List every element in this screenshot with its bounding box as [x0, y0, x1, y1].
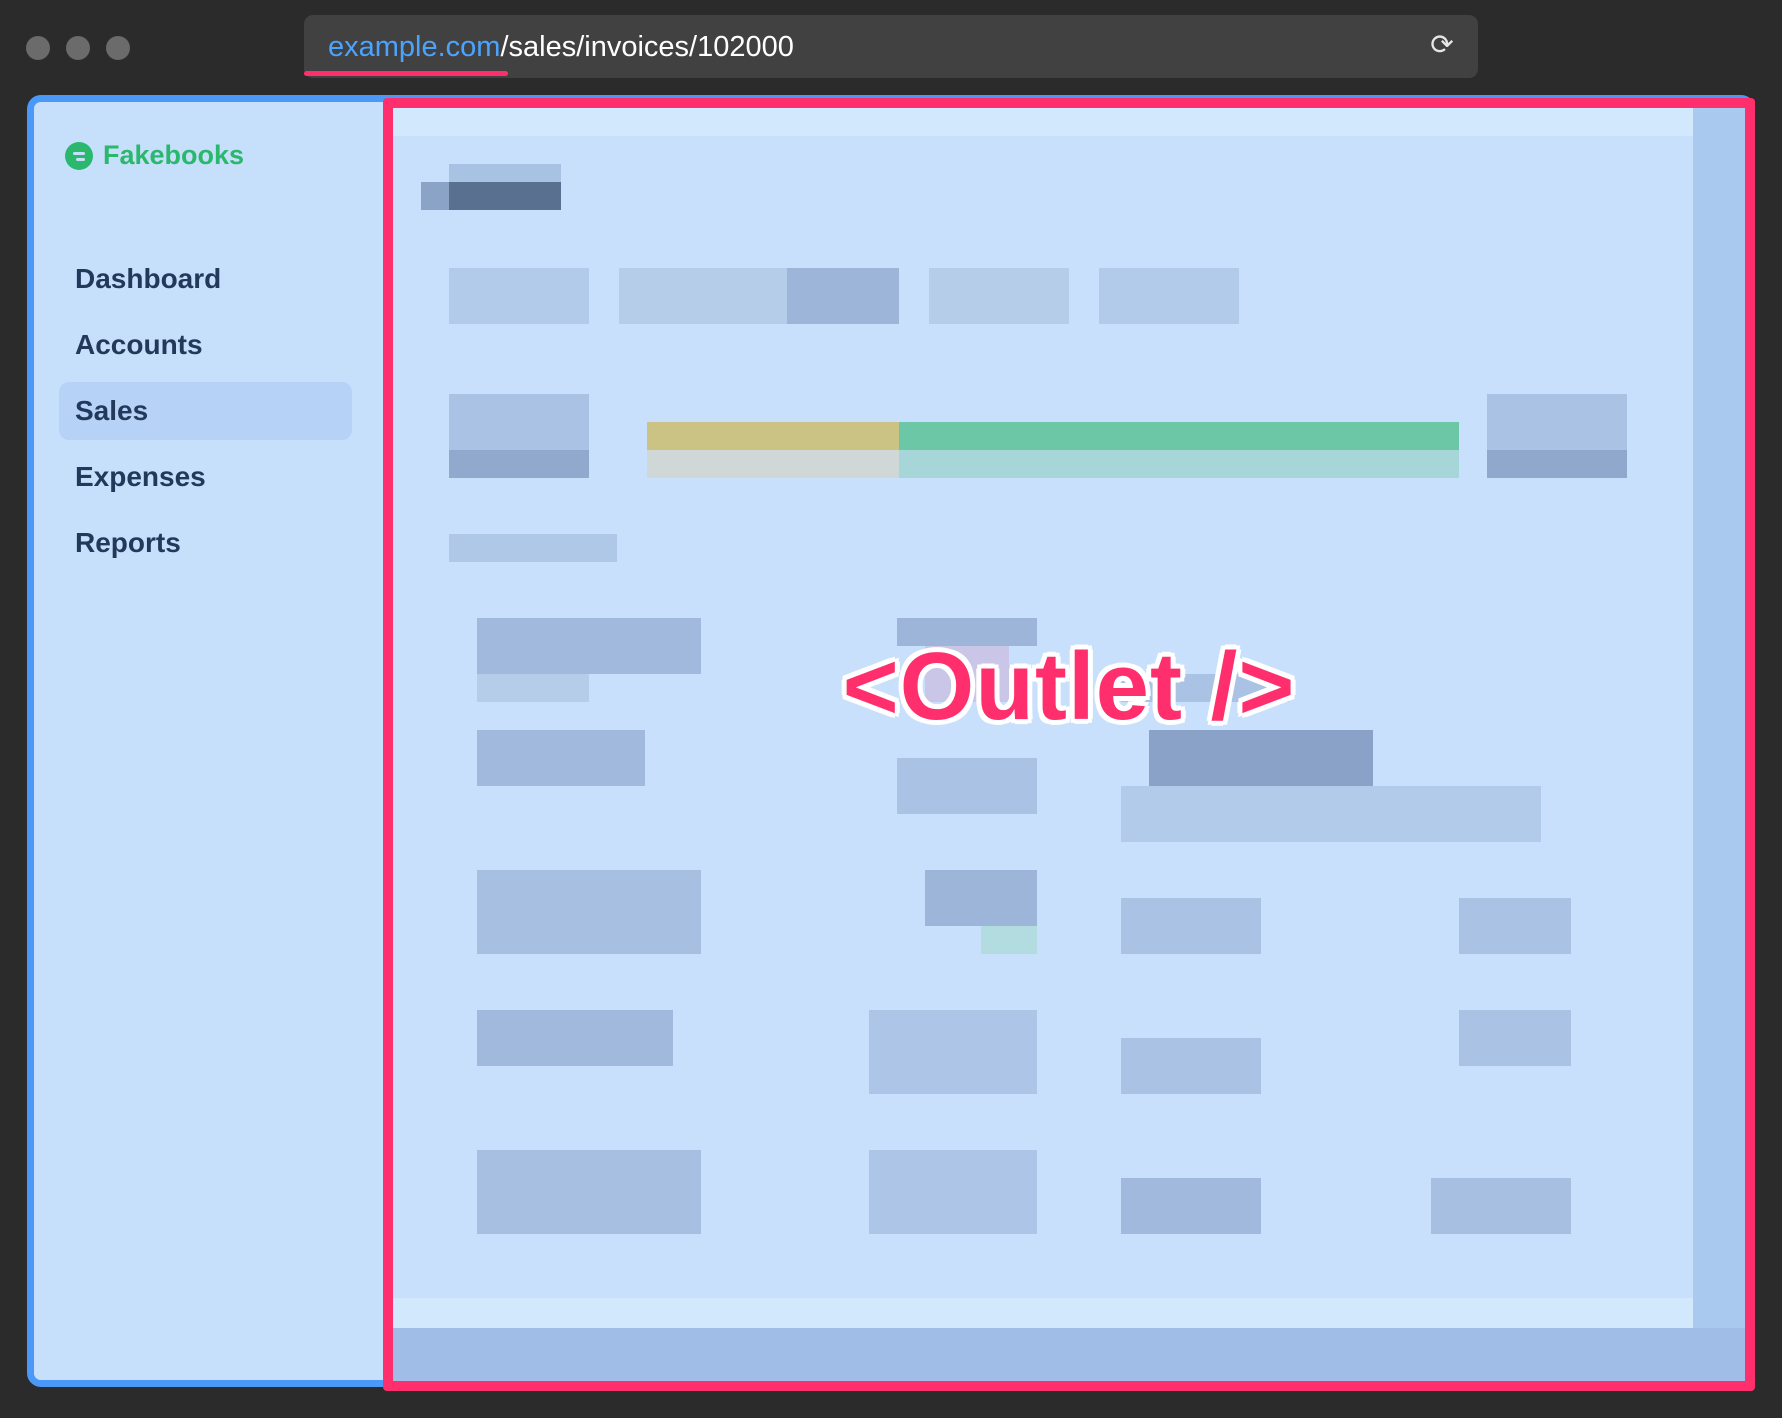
blur-block — [393, 1298, 1693, 1328]
blur-block — [421, 182, 449, 210]
blur-block — [619, 268, 787, 324]
blur-block — [449, 182, 561, 210]
blur-block — [929, 268, 1069, 324]
blur-block — [449, 534, 617, 562]
browser-chrome: example.com/sales/invoices/102000 ⟳ — [0, 0, 1782, 95]
blur-block — [477, 618, 701, 674]
brand-logo-icon — [65, 141, 93, 170]
minimize-window-dot[interactable] — [66, 36, 90, 60]
blur-block — [393, 108, 1745, 136]
close-window-dot[interactable] — [26, 36, 50, 60]
blur-block — [477, 870, 701, 954]
progress-yellow — [647, 422, 899, 450]
brand-name: Fakebooks — [103, 140, 245, 170]
blur-block — [1487, 450, 1627, 478]
blur-block — [869, 1150, 1037, 1234]
blur-block — [787, 268, 899, 324]
blur-block — [1487, 394, 1627, 450]
sidebar-nav: Dashboard Accounts Sales Expenses Report… — [59, 250, 352, 580]
blur-block — [1121, 898, 1261, 954]
progress-green — [899, 422, 1459, 450]
url-host-underline — [304, 71, 508, 76]
blur-block — [393, 1328, 1745, 1381]
blur-block — [477, 674, 589, 702]
maximize-window-dot[interactable] — [106, 36, 130, 60]
url-path: /sales/invoices/102000 — [500, 31, 794, 63]
blur-block — [897, 758, 1037, 814]
address-bar[interactable]: example.com/sales/invoices/102000 ⟳ — [304, 15, 1478, 78]
blur-block — [1099, 268, 1239, 324]
sidebar: Fakebooks Dashboard Accounts Sales Expen… — [34, 102, 384, 1380]
blur-block — [1121, 1038, 1261, 1094]
sidebar-item-dashboard[interactable]: Dashboard — [59, 250, 352, 308]
blur-block — [477, 1010, 673, 1066]
blur-block — [449, 450, 589, 478]
blur-block — [477, 1150, 701, 1234]
blur-block — [1149, 730, 1373, 786]
reload-icon[interactable]: ⟳ — [1424, 27, 1460, 63]
blur-block — [1121, 786, 1541, 842]
blur-block — [897, 618, 1037, 646]
blur-block — [869, 1010, 1037, 1094]
blur-block — [449, 394, 589, 450]
sidebar-item-accounts[interactable]: Accounts — [59, 316, 352, 374]
url-text: example.com/sales/invoices/102000 — [328, 31, 794, 64]
blur-block — [1121, 1178, 1261, 1234]
outlet-region: <Outlet /> — [383, 98, 1755, 1391]
brand[interactable]: Fakebooks — [65, 140, 244, 171]
blur-block — [477, 730, 645, 786]
sidebar-item-sales[interactable]: Sales — [59, 382, 352, 440]
blur-block — [1431, 1178, 1571, 1234]
blur-block — [449, 268, 589, 324]
blur-block — [925, 646, 1009, 702]
blur-block — [925, 870, 1037, 926]
sidebar-item-expenses[interactable]: Expenses — [59, 448, 352, 506]
url-host: example.com — [328, 31, 501, 63]
sidebar-item-reports[interactable]: Reports — [59, 514, 352, 572]
blur-block — [1459, 898, 1571, 954]
blur-block — [899, 450, 1459, 478]
blur-block — [449, 164, 561, 182]
blur-block — [981, 926, 1037, 954]
blur-block — [647, 450, 899, 478]
blur-block — [1459, 1010, 1571, 1066]
blur-block — [1121, 674, 1289, 702]
blur-block — [1693, 108, 1745, 1381]
